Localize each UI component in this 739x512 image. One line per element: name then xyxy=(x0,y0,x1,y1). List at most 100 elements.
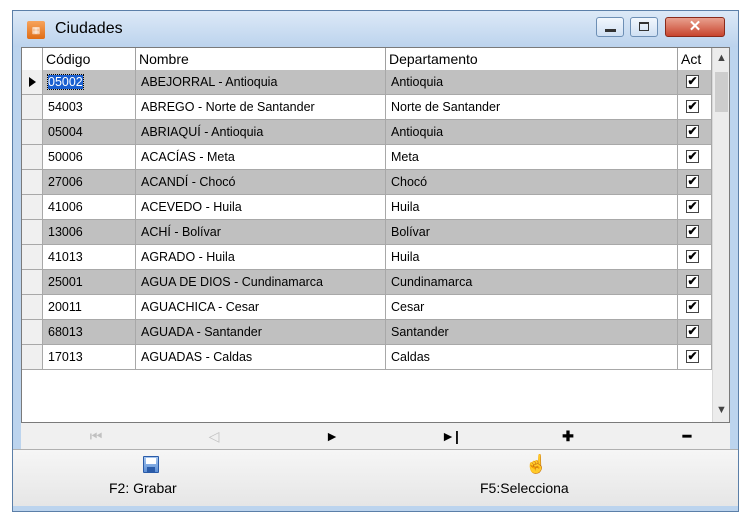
cities-grid[interactable]: Código Nombre Departamento Act 05002 ABEJ… xyxy=(21,47,730,423)
cell-departamento[interactable]: Antioquia xyxy=(386,120,678,145)
scroll-down-icon[interactable]: ▼ xyxy=(713,402,729,419)
table-row[interactable]: 68013 AGUADA - Santander Santander ✔ xyxy=(22,320,712,345)
nav-first-button[interactable]: ⏮ xyxy=(81,425,111,447)
cell-nombre[interactable]: ACEVEDO - Huila xyxy=(136,195,386,220)
cell-departamento[interactable]: Antioquia xyxy=(386,70,678,95)
active-checkbox[interactable]: ✔ xyxy=(686,125,699,138)
table-row[interactable]: 41006 ACEVEDO - Huila Huila ✔ xyxy=(22,195,712,220)
cell-nombre[interactable]: ABREGO - Norte de Santander xyxy=(136,95,386,120)
active-checkbox[interactable]: ✔ xyxy=(686,175,699,188)
cell-departamento[interactable]: Caldas xyxy=(386,345,678,370)
active-checkbox[interactable]: ✔ xyxy=(686,275,699,288)
cell-codigo[interactable]: 20011 xyxy=(43,295,136,320)
cell-departamento[interactable]: Santander xyxy=(386,320,678,345)
cell-nombre[interactable]: ABEJORRAL - Antioquia xyxy=(136,70,386,95)
cell-act[interactable]: ✔ xyxy=(678,345,712,370)
row-indicator[interactable] xyxy=(22,195,43,220)
cell-codigo[interactable]: 13006 xyxy=(43,220,136,245)
table-row[interactable]: 13006 ACHÍ - Bolívar Bolívar ✔ xyxy=(22,220,712,245)
column-header-codigo[interactable]: Código xyxy=(43,48,136,70)
cell-act[interactable]: ✔ xyxy=(678,320,712,345)
cell-codigo[interactable]: 68013 xyxy=(43,320,136,345)
cell-codigo[interactable]: 05002 xyxy=(43,70,136,95)
cell-act[interactable]: ✔ xyxy=(678,245,712,270)
cell-codigo[interactable]: 25001 xyxy=(43,270,136,295)
table-row[interactable]: 50006 ACACÍAS - Meta Meta ✔ xyxy=(22,145,712,170)
nav-delete-button[interactable]: ━ xyxy=(672,425,702,447)
row-indicator[interactable] xyxy=(22,70,43,95)
cell-departamento[interactable]: Chocó xyxy=(386,170,678,195)
active-checkbox[interactable]: ✔ xyxy=(686,325,699,338)
cell-codigo[interactable]: 54003 xyxy=(43,95,136,120)
active-checkbox[interactable]: ✔ xyxy=(686,350,699,363)
active-checkbox[interactable]: ✔ xyxy=(686,150,699,163)
nav-prior-button[interactable]: ◁ xyxy=(199,425,229,447)
table-row[interactable]: 05002 ABEJORRAL - Antioquia Antioquia ✔ xyxy=(22,70,712,95)
cell-departamento[interactable]: Cundinamarca xyxy=(386,270,678,295)
cell-codigo[interactable]: 27006 xyxy=(43,170,136,195)
cell-codigo[interactable]: 50006 xyxy=(43,145,136,170)
scroll-up-icon[interactable]: ▲ xyxy=(713,50,729,67)
cell-departamento[interactable]: Meta xyxy=(386,145,678,170)
table-row[interactable]: 05004 ABRIAQUÍ - Antioquia Antioquia ✔ xyxy=(22,120,712,145)
close-button[interactable]: ✕ xyxy=(665,17,725,37)
minimize-button[interactable] xyxy=(596,17,624,37)
scroll-thumb[interactable] xyxy=(715,72,728,112)
cell-nombre[interactable]: AGUADA - Santander xyxy=(136,320,386,345)
table-row[interactable]: 17013 AGUADAS - Caldas Caldas ✔ xyxy=(22,345,712,370)
row-indicator[interactable] xyxy=(22,120,43,145)
cell-act[interactable]: ✔ xyxy=(678,70,712,95)
cell-nombre[interactable]: AGUADAS - Caldas xyxy=(136,345,386,370)
cell-departamento[interactable]: Huila xyxy=(386,195,678,220)
cell-act[interactable]: ✔ xyxy=(678,195,712,220)
cell-nombre[interactable]: ABRIAQUÍ - Antioquia xyxy=(136,120,386,145)
row-indicator[interactable] xyxy=(22,145,43,170)
nav-last-button[interactable]: ►| xyxy=(435,425,465,447)
active-checkbox[interactable]: ✔ xyxy=(686,300,699,313)
cell-act[interactable]: ✔ xyxy=(678,220,712,245)
active-checkbox[interactable]: ✔ xyxy=(686,200,699,213)
row-indicator[interactable] xyxy=(22,95,43,120)
cell-nombre[interactable]: ACANDÍ - Chocó xyxy=(136,170,386,195)
maximize-button[interactable] xyxy=(630,17,658,37)
cell-codigo[interactable]: 41013 xyxy=(43,245,136,270)
cell-codigo[interactable]: 17013 xyxy=(43,345,136,370)
save-button[interactable]: F2: Grabar xyxy=(97,454,217,504)
title-bar[interactable]: ▦ Ciudades ✕ xyxy=(13,11,738,47)
column-header-act[interactable]: Act xyxy=(678,48,712,70)
cell-nombre[interactable]: AGUA DE DIOS - Cundinamarca xyxy=(136,270,386,295)
active-checkbox[interactable]: ✔ xyxy=(686,250,699,263)
active-checkbox[interactable]: ✔ xyxy=(686,225,699,238)
cell-departamento[interactable]: Huila xyxy=(386,245,678,270)
row-indicator[interactable] xyxy=(22,270,43,295)
vertical-scrollbar[interactable]: ▲ ▼ xyxy=(712,48,729,422)
cell-act[interactable]: ✔ xyxy=(678,270,712,295)
cell-nombre[interactable]: AGUACHICA - Cesar xyxy=(136,295,386,320)
cell-act[interactable]: ✔ xyxy=(678,170,712,195)
cell-act[interactable]: ✔ xyxy=(678,295,712,320)
cell-act[interactable]: ✔ xyxy=(678,95,712,120)
cell-nombre[interactable]: ACACÍAS - Meta xyxy=(136,145,386,170)
table-row[interactable]: 41013 AGRADO - Huila Huila ✔ xyxy=(22,245,712,270)
row-indicator[interactable] xyxy=(22,220,43,245)
table-row[interactable]: 54003 ABREGO - Norte de Santander Norte de… xyxy=(22,95,712,120)
cell-departamento[interactable]: Cesar xyxy=(386,295,678,320)
row-indicator[interactable] xyxy=(22,245,43,270)
column-header-nombre[interactable]: Nombre xyxy=(136,48,386,70)
nav-next-button[interactable]: ► xyxy=(317,425,347,447)
cell-act[interactable]: ✔ xyxy=(678,145,712,170)
table-row[interactable]: 25001 AGUA DE DIOS - Cundinamarca Cundinam… xyxy=(22,270,712,295)
column-header-departamento[interactable]: Departamento xyxy=(386,48,678,70)
row-indicator[interactable] xyxy=(22,345,43,370)
select-button[interactable]: ☝ F5:Selecciona xyxy=(468,454,608,504)
cell-nombre[interactable]: AGRADO - Huila xyxy=(136,245,386,270)
cell-act[interactable]: ✔ xyxy=(678,120,712,145)
row-indicator[interactable] xyxy=(22,295,43,320)
cell-nombre[interactable]: ACHÍ - Bolívar xyxy=(136,220,386,245)
table-row[interactable]: 27006 ACANDÍ - Chocó Chocó ✔ xyxy=(22,170,712,195)
cell-codigo[interactable]: 05004 xyxy=(43,120,136,145)
cell-departamento[interactable]: Bolívar xyxy=(386,220,678,245)
active-checkbox[interactable]: ✔ xyxy=(686,75,699,88)
row-indicator[interactable] xyxy=(22,320,43,345)
cell-codigo[interactable]: 41006 xyxy=(43,195,136,220)
